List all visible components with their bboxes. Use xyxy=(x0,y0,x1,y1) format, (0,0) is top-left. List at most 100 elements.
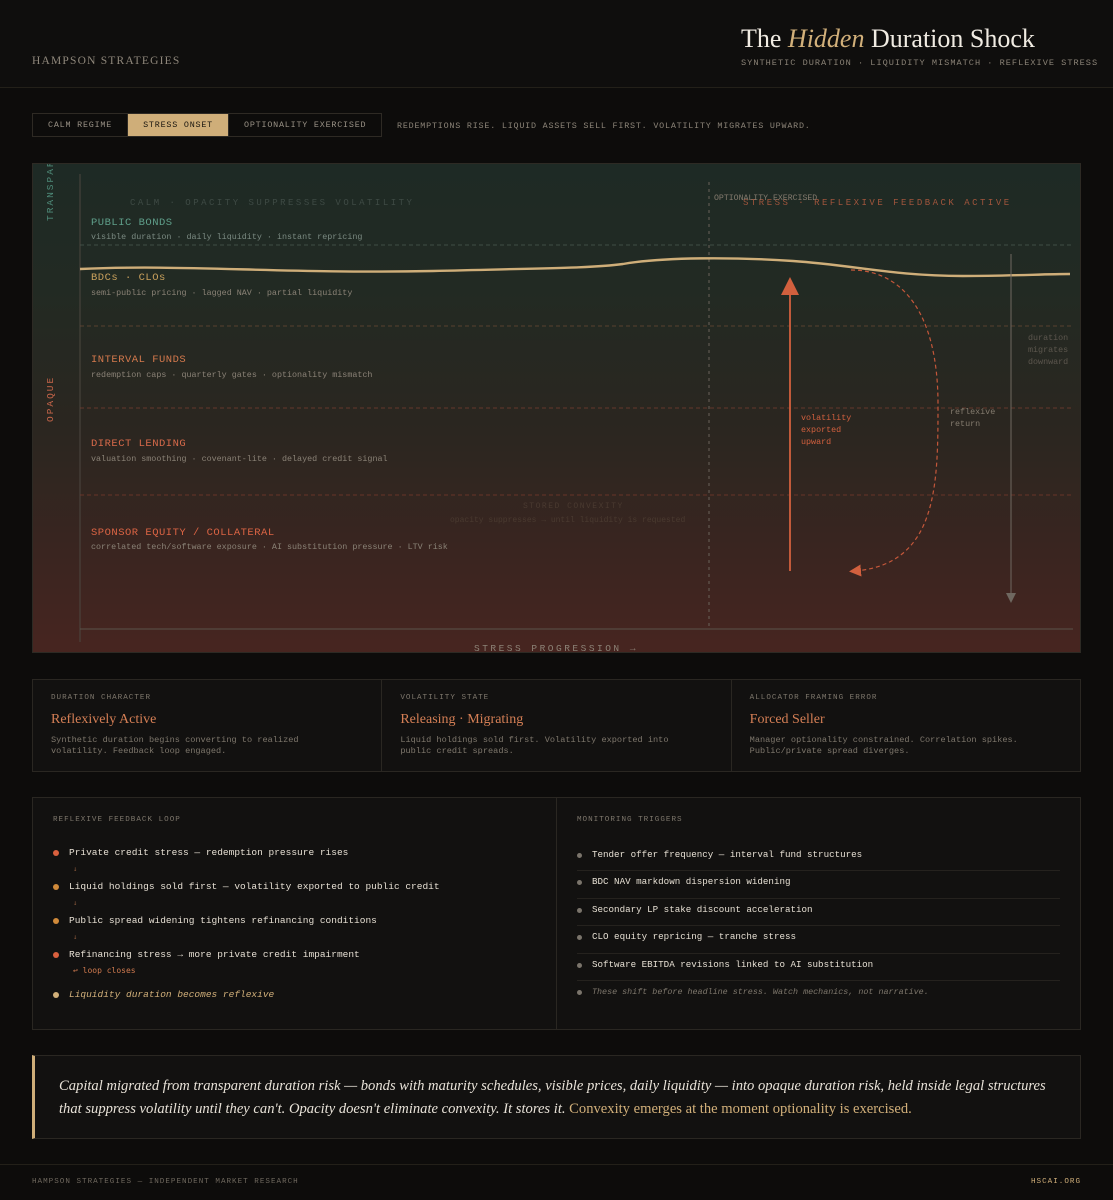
regime-tabs: CALM REGIME STRESS ONSET OPTIONALITY EXE… xyxy=(32,113,383,137)
regime-description: REDEMPTIONS RISE. LIQUID ASSETS SELL FIR… xyxy=(397,121,811,131)
trigger-item: BDC NAV markdown dispersion widening xyxy=(577,871,1060,899)
tab-optionality-exercised[interactable]: OPTIONALITY EXERCISED xyxy=(229,114,381,136)
tier-desc-interval-funds: redemption caps · quarterly gates · opti… xyxy=(91,370,372,380)
ghost-label-stored-sub: opacity suppresses → until liquidity is … xyxy=(450,516,685,525)
card-value: Reflexively Active xyxy=(51,712,157,727)
x-axis-label: STRESS PROGRESSION → xyxy=(474,643,638,653)
loop-closes-label: ↩ loop closes xyxy=(73,966,136,975)
step-dot-icon xyxy=(53,952,59,958)
quote-highlight: Convexity emerges at the moment optional… xyxy=(569,1101,912,1117)
duration-label-line2: migrates xyxy=(1028,345,1068,355)
tier-name-bdcs-clos: BDCs · CLOs xyxy=(91,272,166,284)
card-label: ALLOCATOR FRAMING ERROR xyxy=(749,694,878,702)
axis-label-transparent: TRANSPARENT xyxy=(45,164,56,221)
ghost-label-calm: CALM · OPACITY SUPPRESSES VOLATILITY xyxy=(130,198,414,208)
feedback-loop-panel: REFLEXIVE FEEDBACK LOOP Private credit s… xyxy=(33,798,557,1029)
footer-credit: HAMPSON STRATEGIES — INDEPENDENT MARKET … xyxy=(32,1178,299,1186)
card-label: DURATION CHARACTER xyxy=(51,694,152,702)
page-subtitle: SYNTHETIC DURATION · LIQUIDITY MISMATCH … xyxy=(741,58,1099,68)
loop-step-text: Private credit stress — redemption press… xyxy=(69,847,349,858)
trigger-item: CLO equity repricing — tranche stress xyxy=(577,926,1060,954)
step-dot-icon xyxy=(53,884,59,890)
tier-desc-bdcs-clos: semi-public pricing · lagged NAV · parti… xyxy=(91,288,352,298)
footer-link[interactable]: HSCAI.ORG xyxy=(1031,1178,1081,1186)
trigger-text: BDC NAV markdown dispersion widening xyxy=(592,876,791,888)
card-value: Forced Seller xyxy=(749,712,825,727)
status-cards: DURATION CHARACTER Reflexively Active Sy… xyxy=(32,679,1081,772)
trigger-item: Software EBITDA revisions linked to AI s… xyxy=(577,954,1060,981)
trigger-item: Tender offer frequency — interval fund s… xyxy=(577,844,1060,872)
tier-desc-sponsor-equity: correlated tech/software exposure · AI s… xyxy=(91,542,448,552)
card-description: Liquid holdings sold first. Volatility e… xyxy=(400,735,669,756)
volatility-label-line2: exported xyxy=(801,425,841,435)
down-arrow-icon: ↓ xyxy=(73,933,78,941)
loop-step-text: Liquid holdings sold first — volatility … xyxy=(69,881,440,892)
duration-label-line3: downward xyxy=(1028,357,1068,367)
optionality-label: OPTIONALITY EXERCISED xyxy=(714,194,817,203)
monitoring-panel: MONITORING TRIGGERS Tender offer frequen… xyxy=(557,798,1080,1029)
bullet-icon xyxy=(577,962,582,968)
page-header: HAMPSON STRATEGIES The Hidden Duration S… xyxy=(0,0,1113,88)
step-dot-icon xyxy=(53,918,59,924)
page-footer: HAMPSON STRATEGIES — INDEPENDENT MARKET … xyxy=(0,1164,1113,1200)
brand-name: HAMPSON STRATEGIES xyxy=(32,55,181,67)
duration-chart: TRANSPARENT OPAQUE CALM · OPACITY SUPPRE… xyxy=(32,163,1081,653)
duration-label-line1: duration xyxy=(1028,333,1068,343)
bullet-icon xyxy=(577,989,582,995)
feedback-loop-list: Private credit stress — redemption press… xyxy=(53,846,536,1002)
loop-step-text: Refinancing stress → more private credit… xyxy=(69,949,360,960)
step-dot-icon xyxy=(53,850,59,856)
ghost-label-stored: STORED CONVEXITY xyxy=(523,502,624,511)
card-allocator-framing-error: ALLOCATOR FRAMING ERROR Forced Seller Ma… xyxy=(732,680,1080,771)
title-suffix: Duration Shock xyxy=(864,24,1035,53)
loop-step-text: Public spread widening tightens refinanc… xyxy=(69,915,377,926)
thesis-quote: Capital migrated from transparent durati… xyxy=(32,1055,1081,1139)
card-value: Releasing · Migrating xyxy=(400,712,524,727)
loop-final-text: Liquidity duration becomes reflexive xyxy=(69,989,275,1000)
loop-final: Liquidity duration becomes reflexive xyxy=(53,988,536,1002)
monitoring-list: Tender offer frequency — interval fund s… xyxy=(577,844,1060,1008)
trigger-item: Secondary LP stake discount acceleration xyxy=(577,899,1060,927)
card-label: VOLATILITY STATE xyxy=(400,694,490,702)
tier-name-public-bonds: PUBLIC BONDS xyxy=(91,217,173,229)
bullet-icon xyxy=(577,853,582,858)
tab-stress-onset[interactable]: STRESS ONSET xyxy=(128,114,230,136)
trigger-note-text: These shift before headline stress. Watc… xyxy=(592,986,929,997)
down-arrow-icon: ↓ xyxy=(73,899,78,907)
duration-chart-svg: TRANSPARENT OPAQUE CALM · OPACITY SUPPRE… xyxy=(45,164,1073,653)
axis-label-opaque: OPAQUE xyxy=(45,376,56,422)
trigger-note: These shift before headline stress. Watc… xyxy=(577,981,1060,1008)
loop-step: Refinancing stress → more private credit… xyxy=(53,948,536,962)
volatility-label-line3: upward xyxy=(801,437,831,447)
tier-desc-public-bonds: visible duration · daily liquidity · ins… xyxy=(91,232,362,242)
title-emphasis: Hidden xyxy=(787,24,865,53)
tier-name-direct-lending: DIRECT LENDING xyxy=(91,438,186,450)
reflexive-label-line2: return xyxy=(950,419,980,429)
panel-title: MONITORING TRIGGERS xyxy=(577,816,683,824)
tier-name-interval-funds: INTERVAL FUNDS xyxy=(91,354,186,366)
bullet-icon xyxy=(577,935,582,941)
card-description: Synthetic duration begins converting to … xyxy=(51,735,299,756)
bullet-icon xyxy=(577,907,582,913)
reflexive-return-curve xyxy=(849,269,939,577)
reflexive-label-line1: reflexive xyxy=(950,407,995,417)
page-title: The Hidden Duration Shock xyxy=(741,24,1035,54)
loop-step: Public spread widening tightens refinanc… xyxy=(53,914,536,928)
card-volatility-state: VOLATILITY STATE Releasing · Migrating L… xyxy=(382,680,732,771)
card-duration-character: DURATION CHARACTER Reflexively Active Sy… xyxy=(33,680,383,771)
bullet-icon xyxy=(577,880,582,886)
duration-curve xyxy=(79,257,1071,278)
card-description: Manager optionality constrained. Correla… xyxy=(749,735,1018,756)
trigger-text: Tender offer frequency — interval fund s… xyxy=(592,849,863,860)
trigger-text: CLO equity repricing — tranche stress xyxy=(592,931,796,943)
panel-title: REFLEXIVE FEEDBACK LOOP xyxy=(53,816,181,824)
trigger-text: Software EBITDA revisions linked to AI s… xyxy=(592,958,874,970)
loop-step: Private credit stress — redemption press… xyxy=(53,846,536,860)
tier-name-sponsor-equity: SPONSOR EQUITY / COLLATERAL xyxy=(91,527,275,539)
tier-desc-direct-lending: valuation smoothing · covenant-lite · de… xyxy=(91,454,388,464)
analysis-panels: REFLEXIVE FEEDBACK LOOP Private credit s… xyxy=(32,797,1081,1030)
volatility-label-line1: volatility xyxy=(801,413,851,423)
down-arrow-icon: ↓ xyxy=(73,865,78,873)
step-dot-icon xyxy=(53,992,59,998)
tab-calm-regime[interactable]: CALM REGIME xyxy=(33,114,129,136)
